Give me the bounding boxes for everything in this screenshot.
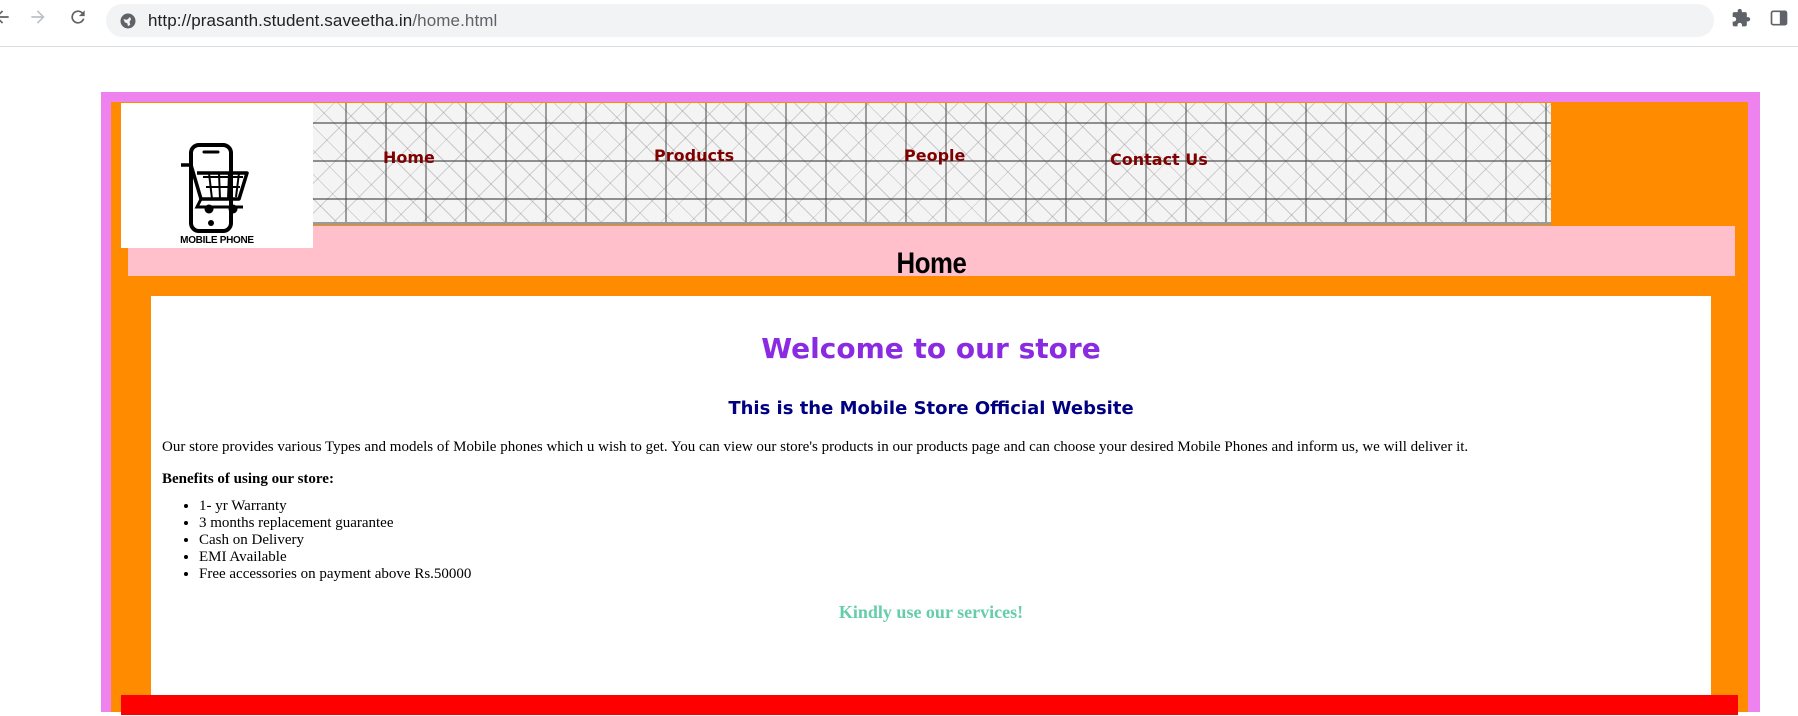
benefit-item: 1- yr Warranty	[199, 498, 471, 515]
browser-toolbar: http://prasanth.student.saveetha.in/home…	[0, 0, 1798, 47]
benefit-item: EMI Available	[199, 549, 471, 566]
side-panel-icon	[1769, 8, 1789, 33]
closing-message: Kindly use our services!	[838, 602, 1024, 622]
nav-products-link[interactable]: Products	[654, 146, 734, 165]
benefits-label: Benefits of using our store:	[162, 471, 334, 487]
welcome-heading: Welcome to our store	[761, 332, 1101, 365]
main-content: Welcome to our store This is the Mobile …	[151, 296, 1711, 716]
subtitle: This is the Mobile Store Official Websit…	[728, 398, 1134, 419]
nav-contact-link[interactable]: Contact Us	[1110, 150, 1208, 169]
extensions-icon	[1731, 8, 1751, 33]
address-bar[interactable]: http://prasanth.student.saveetha.in/home…	[106, 4, 1714, 37]
back-button[interactable]	[0, 5, 16, 33]
forward-icon	[28, 7, 48, 32]
benefits-list: 1- yr Warranty 3 months replacement guar…	[162, 498, 471, 583]
footer-bar	[121, 695, 1738, 715]
forward-button[interactable]	[24, 5, 52, 33]
page-title: Home	[896, 247, 967, 280]
store-description: Our store provides various Types and mod…	[162, 439, 1469, 455]
nav-home-link[interactable]: Home	[383, 148, 435, 167]
header-banner	[121, 103, 1551, 225]
logo: MOBILE PHONE	[121, 103, 313, 248]
reload-button[interactable]	[64, 5, 92, 33]
side-panel-button[interactable]	[1766, 7, 1792, 33]
url-host: http://prasanth.student.saveetha.in	[148, 11, 413, 30]
page-frame: MOBILE PHONE Home Products People Contac…	[111, 102, 1748, 716]
page-outer-border: MOBILE PHONE Home Products People Contac…	[101, 92, 1760, 716]
logo-caption: MOBILE PHONE	[180, 235, 254, 246]
reload-icon	[68, 7, 88, 32]
url-path: /home.html	[412, 11, 498, 30]
page-title-bar: Home	[128, 226, 1735, 280]
extensions-button[interactable]	[1728, 7, 1754, 33]
benefit-item: Cash on Delivery	[199, 532, 471, 549]
site-info-icon[interactable]	[118, 11, 138, 31]
nav-people-link[interactable]: People	[904, 146, 965, 165]
url-text[interactable]: http://prasanth.student.saveetha.in/home…	[148, 11, 497, 31]
phone-cart-icon	[181, 143, 249, 233]
benefit-item: 3 months replacement guarantee	[199, 515, 471, 532]
back-icon	[0, 7, 12, 32]
benefit-item: Free accessories on payment above Rs.500…	[199, 566, 471, 583]
